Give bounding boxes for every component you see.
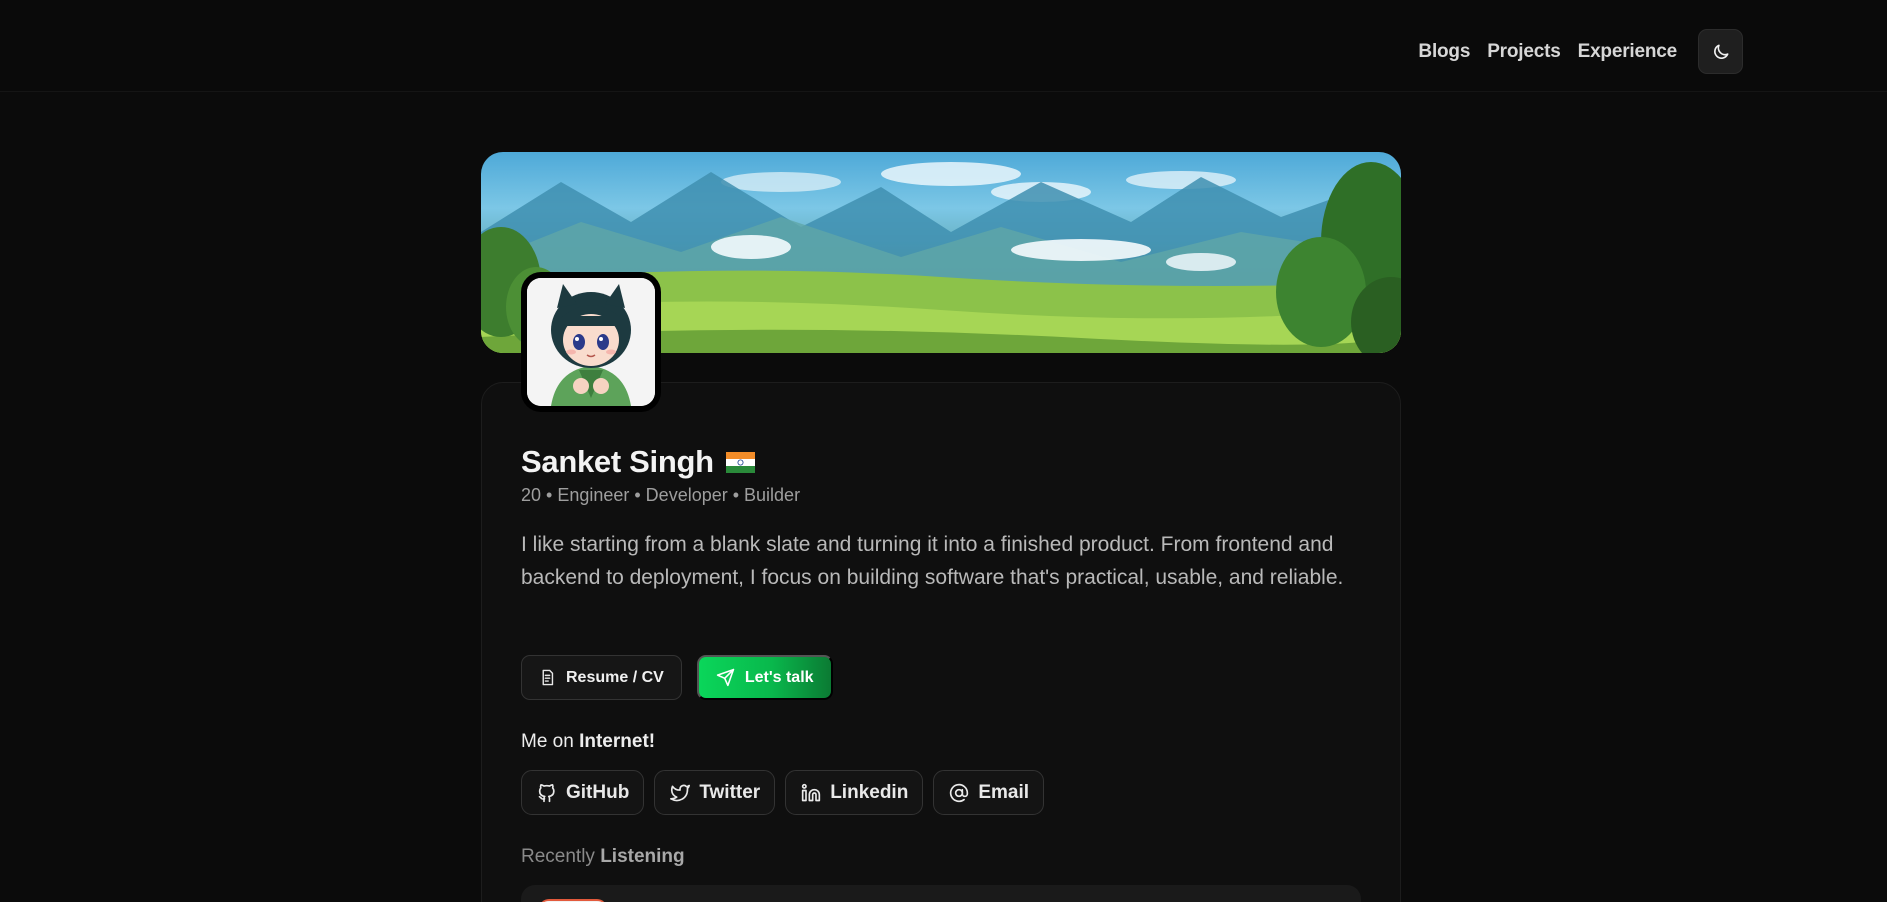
top-navbar: Blogs Projects Experience	[0, 0, 1887, 92]
linkedin-icon	[802, 783, 821, 801]
profile-actions: Resume / CV Let's talk	[521, 655, 833, 700]
internet-heading: Me on Internet!	[521, 731, 655, 753]
linkedin-link-label: Linkedin	[830, 781, 909, 803]
email-link[interactable]: Email	[933, 770, 1045, 815]
avatar	[521, 272, 661, 412]
theme-toggle-button[interactable]	[1698, 29, 1743, 74]
twitter-icon	[670, 784, 691, 801]
github-link[interactable]: GitHub	[521, 770, 645, 815]
profile-name-row: Sanket Singh	[521, 444, 755, 480]
email-link-label: Email	[978, 781, 1030, 803]
recently-listening-card[interactable]	[521, 885, 1361, 902]
twitter-link[interactable]: Twitter	[654, 770, 776, 815]
nav-link-blogs[interactable]: Blogs	[1418, 41, 1470, 63]
at-sign-icon	[950, 783, 969, 802]
send-icon	[716, 668, 735, 687]
github-link-label: GitHub	[566, 781, 630, 803]
social-links: GitHub Twitter Linkedin Email	[521, 770, 1045, 815]
nav-link-projects[interactable]: Projects	[1487, 41, 1561, 63]
resume-button[interactable]: Resume / CV	[521, 655, 682, 700]
profile-bio: I like starting from a blank slate and t…	[521, 533, 1344, 589]
resume-button-label: Resume / CV	[566, 668, 664, 686]
github-icon	[538, 783, 555, 802]
document-icon	[542, 669, 554, 686]
listening-heading: Recently Listening	[521, 846, 685, 868]
avatar-illustration	[527, 278, 655, 406]
nav-link-experience[interactable]: Experience	[1578, 41, 1678, 63]
moon-icon	[1713, 44, 1728, 59]
listening-heading-prefix: Recently	[521, 846, 601, 867]
internet-heading-prefix: Me on	[521, 731, 580, 752]
lets-talk-button-label: Let's talk	[744, 668, 814, 686]
profile-tagline: 20 • Engineer • Developer • Builder	[521, 485, 801, 505]
india-flag-icon	[725, 451, 755, 473]
twitter-link-label: Twitter	[699, 781, 761, 803]
lets-talk-button[interactable]: Let's talk	[696, 655, 833, 700]
internet-heading-bold: Internet!	[579, 731, 656, 752]
linkedin-link[interactable]: Linkedin	[785, 770, 924, 815]
profile-name: Sanket Singh	[521, 444, 714, 479]
nav-links: Blogs Projects Experience	[1418, 29, 1743, 74]
listening-heading-bold: Listening	[600, 846, 685, 867]
